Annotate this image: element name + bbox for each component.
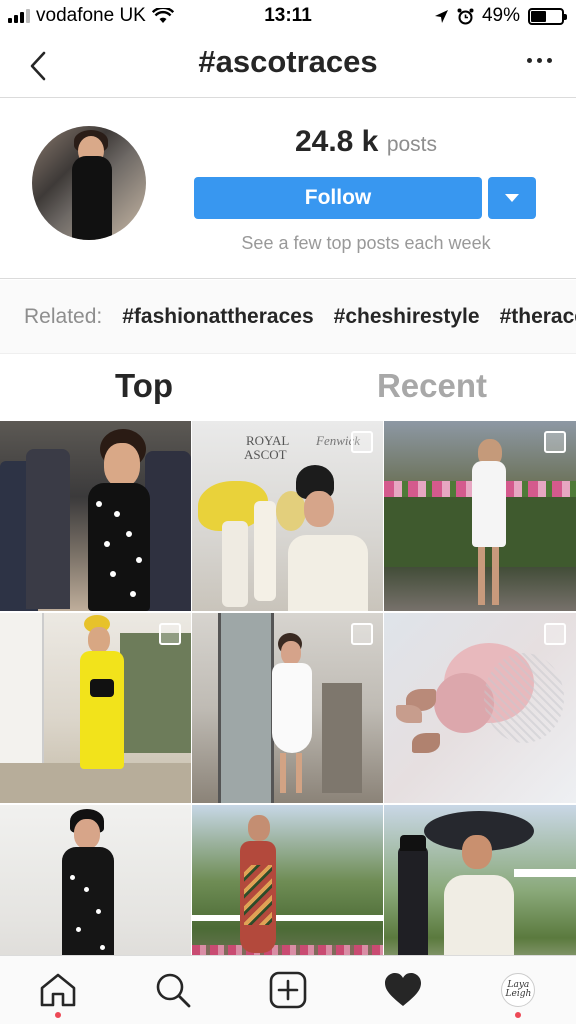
status-right: 49% (434, 5, 567, 27)
heart-icon (385, 973, 422, 1006)
home-icon (40, 973, 75, 1007)
tile-caption: ASCOT (244, 447, 287, 462)
posts-count: 24.8 k (294, 125, 379, 158)
post-grid: ROYAL ASCOT Fenwick (0, 421, 576, 955)
more-horizontal-icon (527, 58, 532, 63)
tab-activity[interactable] (346, 956, 461, 1024)
page-title: #ascotraces (198, 44, 378, 79)
multi-photo-icon (351, 431, 373, 453)
post-thumbnail[interactable] (384, 805, 576, 955)
related-label: Related: (24, 305, 103, 328)
follow-button[interactable]: Follow (194, 177, 482, 219)
tab-top[interactable]: Top (0, 355, 288, 421)
profile-avatar: Laya Leigh (501, 973, 536, 1007)
notification-dot (515, 1012, 522, 1018)
hashtag-avatar (32, 126, 146, 240)
posts-stat: 24.8 k posts (194, 125, 538, 159)
tab-search[interactable] (115, 956, 230, 1024)
battery-percent: 49% (481, 5, 520, 26)
posts-label: posts (386, 133, 438, 156)
multi-photo-icon (159, 623, 181, 645)
tab-profile[interactable]: Laya Leigh (461, 956, 576, 1024)
related-tag[interactable]: #fashionattheraces (122, 305, 313, 329)
status-bar: vodafone UK 13:11 49% (0, 0, 576, 34)
tab-recent[interactable]: Recent (288, 355, 576, 421)
multi-photo-icon (544, 623, 566, 645)
more-options-button[interactable] (527, 58, 552, 63)
battery-icon (528, 7, 567, 25)
tab-new-post[interactable] (230, 956, 345, 1024)
post-thumbnail[interactable] (0, 805, 191, 955)
multi-photo-icon (351, 623, 373, 645)
hashtag-header: 24.8 k posts Follow See a few top posts … (0, 99, 576, 279)
caret-down-icon (505, 194, 519, 202)
multi-photo-icon (544, 431, 566, 453)
alarm-icon (457, 8, 474, 24)
post-thumbnail[interactable] (192, 613, 383, 803)
post-thumbnail[interactable] (384, 613, 576, 803)
nav-header: #ascotraces (0, 34, 576, 98)
post-thumbnail[interactable] (384, 421, 576, 611)
related-tag[interactable]: #cheshirestyle (334, 305, 480, 329)
feed-tabs: Top Recent (0, 355, 576, 421)
notification-dot (54, 1012, 61, 1018)
post-thumbnail[interactable] (0, 613, 191, 803)
location-arrow-icon (434, 9, 448, 23)
related-hashtags[interactable]: Related: #fashionattheraces #cheshiresty… (0, 280, 576, 354)
search-icon (156, 973, 191, 1008)
post-thumbnail[interactable] (0, 421, 191, 611)
follow-options-button[interactable] (488, 177, 536, 219)
plus-square-icon (269, 971, 307, 1009)
related-tag[interactable]: #theraces (500, 305, 576, 329)
post-thumbnail[interactable]: ROYAL ASCOT Fenwick (192, 421, 383, 611)
post-thumbnail[interactable] (192, 805, 383, 955)
tab-home[interactable] (0, 956, 115, 1024)
follow-note: See a few top posts each week (241, 233, 491, 253)
bottom-tab-bar: Laya Leigh (0, 955, 576, 1024)
